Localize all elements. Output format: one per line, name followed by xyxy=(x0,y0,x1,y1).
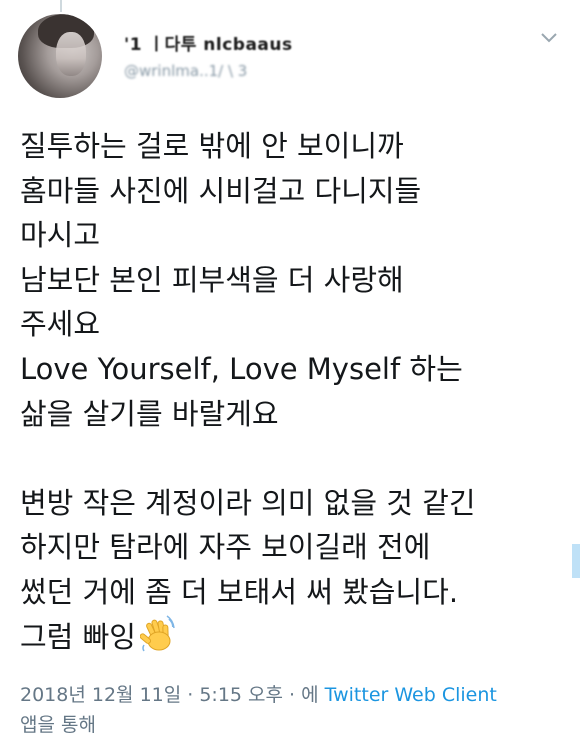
display-name[interactable]: '1 ㅣ다투 nlcbaaus xyxy=(124,30,293,55)
thread-connector-line xyxy=(60,0,62,12)
user-handle[interactable]: @wrinlma..1/ \ 3 xyxy=(124,62,247,80)
avatar-face xyxy=(56,32,86,76)
waving-hand-emoji xyxy=(139,614,176,653)
tweet-text: 질투하는 걸로 밖에 안 보이니까 홈마들 사진에 시비걸고 다니지들 마시고 … xyxy=(20,129,476,654)
tweet-body: 질투하는 걸로 밖에 안 보이니까 홈마들 사진에 시비걸고 다니지들 마시고 … xyxy=(20,124,570,659)
chevron-down-icon[interactable] xyxy=(538,30,560,46)
tweet-metadata: 2018년 12월 11일 · 5:15 오후 · 에 Twitter Web … xyxy=(20,680,575,740)
source-link[interactable]: Twitter Web Client xyxy=(325,684,497,706)
scrollbar-indicator[interactable] xyxy=(572,544,580,578)
avatar[interactable] xyxy=(18,14,102,98)
timestamp[interactable]: 2018년 12월 11일 · 5:15 오후 · 에 xyxy=(20,684,325,706)
source-suffix: 앱을 통해 xyxy=(20,714,96,736)
